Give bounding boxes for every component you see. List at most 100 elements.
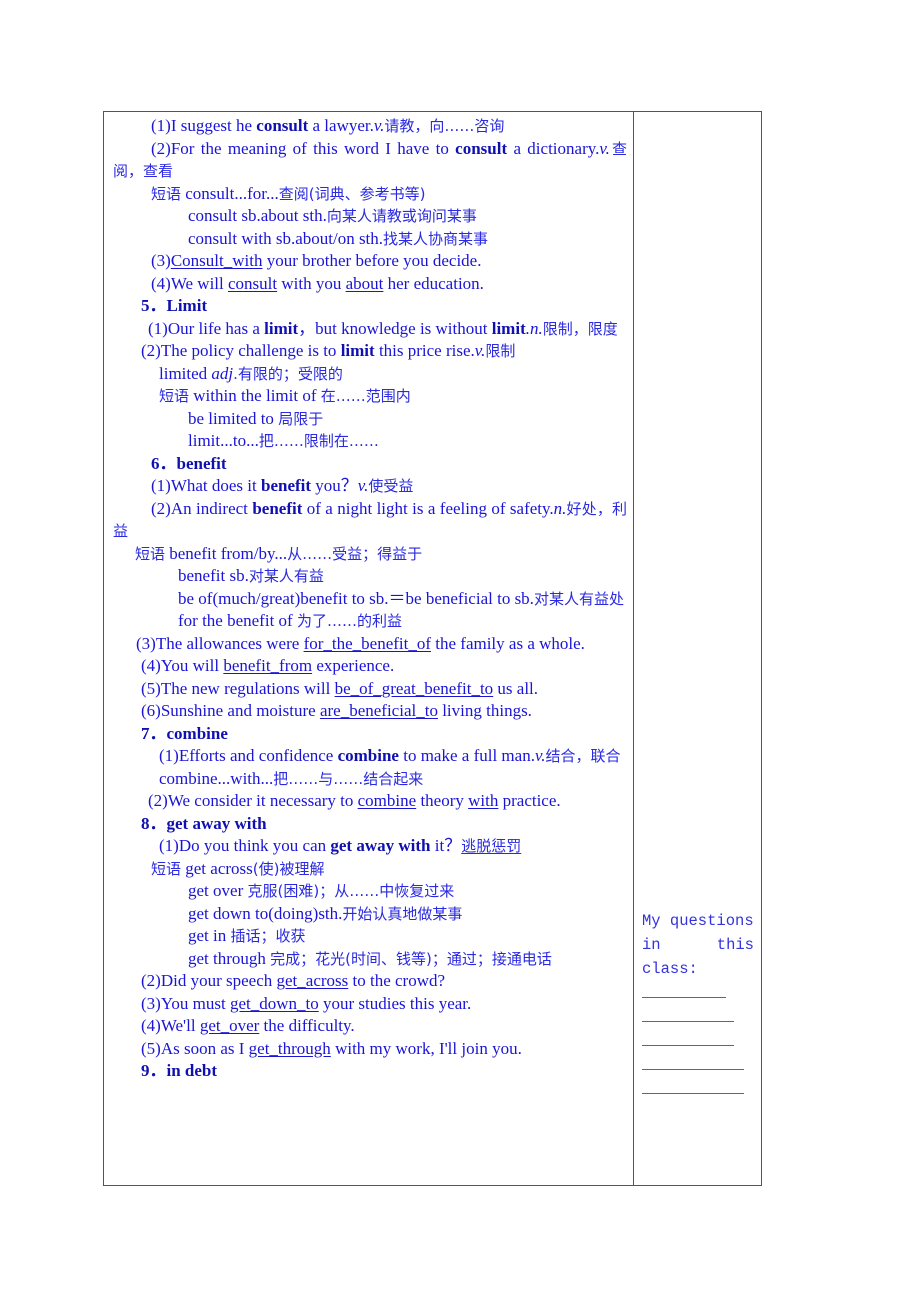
part-of-speech: .n. bbox=[525, 318, 543, 338]
phrase-cn: 查阅(词典、参考书等) bbox=[278, 184, 426, 203]
phrase-en: limit...to... bbox=[188, 431, 259, 450]
exercise-sentence: (3)The allowances were for_the_benefit_o… bbox=[113, 633, 627, 656]
phrase-item: for the benefit of 为了……的利益 bbox=[113, 610, 627, 633]
sentence-text: (1)Do you think you can bbox=[159, 836, 331, 855]
sentence-text: (4)You will bbox=[141, 656, 224, 675]
sentence-text: a lawyer. bbox=[308, 116, 374, 135]
phrase-cn: 为了……的利益 bbox=[296, 612, 402, 630]
answer-blank: about bbox=[345, 273, 384, 293]
sentence-text: (2)We consider it necessary to bbox=[148, 791, 358, 810]
phrase-cn: 在……范围内 bbox=[320, 387, 411, 405]
part-of-speech: v. bbox=[599, 138, 610, 158]
phrase-item: get through 完成；花光(时间、钱等)；通过；接通电话 bbox=[113, 948, 627, 971]
question-blank-line[interactable] bbox=[642, 1093, 744, 1094]
phrase-item: 短语 benefit from/by...从……受益；得益于 bbox=[113, 543, 627, 566]
phrase-label: 短语 bbox=[151, 859, 182, 878]
keyword: combine bbox=[337, 746, 399, 765]
keyword: benefit bbox=[261, 476, 312, 495]
sentence-text: (1)I suggest he bbox=[151, 116, 257, 135]
phrase-en: be limited to bbox=[188, 408, 279, 428]
sentence-text: (3)The allowances were bbox=[136, 633, 304, 653]
phrase-item: combine...with...把……与……结合起来 bbox=[113, 768, 627, 791]
phrase-en: for the benefit of bbox=[178, 611, 297, 630]
phrase-cn: 插话；收获 bbox=[230, 927, 306, 945]
sentence-text: us all. bbox=[493, 678, 539, 698]
phrase-item: limit...to...把……限制在…… bbox=[113, 430, 627, 453]
questions-label-line3: class: bbox=[642, 960, 698, 978]
answer-blank: get_through bbox=[248, 1038, 331, 1058]
sentence-text: theory bbox=[416, 791, 469, 810]
keyword: consult bbox=[455, 138, 508, 158]
sentence-text: (4)We will bbox=[151, 273, 228, 293]
example-sentence: (1)Efforts and confidence combine to mak… bbox=[113, 745, 627, 768]
keyword: get away with bbox=[330, 836, 431, 855]
part-of-speech: v. bbox=[357, 476, 369, 495]
example-sentence: (1)Our life has a limit，but knowledge is… bbox=[113, 318, 627, 341]
sentence-text: a dictionary. bbox=[507, 138, 600, 158]
lesson-content: (1)I suggest he consult a lawyer.v.请教，向…… bbox=[113, 115, 627, 1083]
phrase-en: get across bbox=[181, 858, 253, 878]
question-blank-line[interactable] bbox=[642, 1045, 734, 1046]
sentence-text: your brother before you decide. bbox=[262, 251, 482, 270]
phrase-label: 短语 bbox=[151, 184, 182, 203]
sentence-text: (4)We'll bbox=[141, 1016, 200, 1035]
phrase-item: get over 克服(困难)；从……中恢复过来 bbox=[113, 880, 627, 903]
answer-blank: 逃脱惩罚 bbox=[461, 837, 522, 855]
section-heading: 8．get away with bbox=[141, 813, 267, 833]
question-blank-line[interactable] bbox=[642, 997, 726, 998]
sentence-text: (1)Our life has a bbox=[148, 318, 265, 338]
phrase-en: get down to(doing)sth. bbox=[188, 903, 343, 923]
phrase-item: benefit sb.对某人有益 bbox=[113, 565, 627, 588]
exercise-sentence: (5)The new regulations will be_of_great_… bbox=[113, 678, 627, 701]
phrase-item: 短语 within the limit of 在……范围内 bbox=[113, 385, 627, 408]
phrase-en: get over bbox=[188, 881, 248, 900]
phrase-cn: 找某人协商某事 bbox=[383, 229, 489, 248]
answer-blank: are_beneficial_to bbox=[319, 701, 438, 720]
sentence-text: you？ bbox=[311, 476, 358, 495]
phrase-en: be of(much/great)benefit to sb.＝be benef… bbox=[178, 588, 534, 608]
questions-note: My questions in this class: bbox=[642, 909, 754, 1094]
example-sentence: (2)For the meaning of this word I have t… bbox=[113, 138, 627, 183]
phrase-cn: 克服(困难)；从……中恢复过来 bbox=[247, 882, 455, 900]
questions-label-line2: in this bbox=[642, 933, 754, 957]
section-heading: 6．benefit bbox=[151, 453, 227, 473]
phrase-cn: 完成；花光(时间、钱等)；通过；接通电话 bbox=[270, 949, 552, 968]
exercise-sentence: (5)As soon as I get_through with my work… bbox=[113, 1038, 627, 1061]
derived-word: limited adj.有限的；受限的 bbox=[113, 363, 627, 386]
keyword: consult bbox=[256, 116, 309, 135]
sentence-text: this price rise. bbox=[374, 341, 475, 360]
section-heading: 5．Limit bbox=[141, 296, 208, 315]
example-sentence: (1)Do you think you can get away with it… bbox=[113, 835, 627, 858]
questions-label-line1: My questions bbox=[642, 912, 754, 930]
exercise-sentence: (4)We will consult with you about her ed… bbox=[113, 273, 627, 296]
main-content-cell: (1)I suggest he consult a lawyer.v.请教，向…… bbox=[104, 112, 634, 1185]
exercise-sentence: (4)We'll get_over the difficulty. bbox=[113, 1015, 627, 1038]
sentence-text: your studies this year. bbox=[318, 993, 472, 1013]
exercise-sentence: (3)Consult_with your brother before you … bbox=[113, 250, 627, 273]
sentence-text: (5)The new regulations will bbox=[141, 678, 335, 698]
sentence-text: (2)An indirect bbox=[151, 498, 253, 518]
part-of-speech: v. bbox=[474, 341, 486, 360]
sentence-text: (1)Efforts and confidence bbox=[159, 746, 338, 765]
question-blank-line[interactable] bbox=[642, 1021, 734, 1022]
phrase-label: 短语 bbox=[159, 387, 190, 405]
section-heading: 9．in debt bbox=[141, 1061, 218, 1080]
exercise-sentence: (2)We consider it necessary to combine t… bbox=[113, 790, 627, 813]
sentence-text: (6)Sunshine and moisture bbox=[141, 701, 320, 720]
keyword: limit bbox=[264, 318, 299, 338]
sentence-text: (5)As soon as I bbox=[141, 1038, 249, 1058]
part-of-speech: v. bbox=[373, 116, 385, 135]
word: limited bbox=[159, 363, 212, 383]
phrase-cn: 把……限制在…… bbox=[258, 432, 379, 450]
phrase-cn: 对某人有益处 bbox=[533, 589, 624, 608]
sentence-text: (3) bbox=[151, 251, 171, 270]
phrase-item: 短语 consult...for...查阅(词典、参考书等) bbox=[113, 183, 627, 206]
phrase-item: consult sb.about sth.向某人请教或询问某事 bbox=[113, 205, 627, 228]
phrase-item: 短语 get across(使)被理解 bbox=[113, 858, 627, 881]
phrase-item: be limited to 局限于 bbox=[113, 408, 627, 431]
question-blank-line[interactable] bbox=[642, 1069, 744, 1070]
sentence-text: to the crowd? bbox=[348, 971, 446, 990]
sentence-text: of a night light is a feeling of safety. bbox=[302, 498, 554, 518]
exercise-sentence: (2)Did your speech get_across to the cro… bbox=[113, 970, 627, 993]
sentence-text: experience. bbox=[312, 656, 395, 675]
